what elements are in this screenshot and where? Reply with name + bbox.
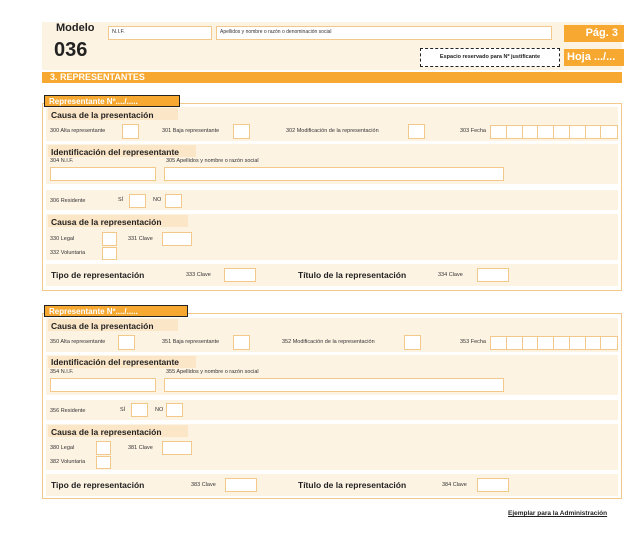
rep1-no-checkbox[interactable] <box>165 194 182 208</box>
rep2-f351-label: 351 Baja representante <box>162 339 220 345</box>
rep1-si-label: SÍ <box>118 197 124 203</box>
rep2-f353-label: 353 Fecha <box>460 339 486 345</box>
reserved-box: Espacio reservado para Nº justificante <box>420 48 560 67</box>
rep2-no-checkbox[interactable] <box>166 403 183 417</box>
name-label: Apellidos y nombre o razón o denominació… <box>220 29 332 35</box>
sheet-label: Hoja .../... <box>567 51 616 63</box>
rep1-f300-checkbox[interactable] <box>122 124 139 139</box>
rep2-f384-field[interactable] <box>477 478 509 492</box>
rep1-titulo-heading: Título de la representación <box>298 270 407 280</box>
section-title: 3. REPRESENTANTES <box>50 72 145 82</box>
rep1-f333-field[interactable] <box>224 268 256 282</box>
rep2-f356-label: 356 Residente <box>50 408 86 414</box>
rep2-f354-field[interactable] <box>50 378 156 392</box>
rep1-f330-label: 330 Legal <box>50 236 75 242</box>
rep1-f334-label: 334 Clave <box>438 272 463 278</box>
rep1-f333-label: 333 Clave <box>186 272 211 278</box>
footer-text: Ejemplar para la Administración <box>508 510 608 517</box>
representante-1-tag: Representante Nº..../..... <box>44 95 180 107</box>
rep2-no-label: NO <box>155 407 164 413</box>
rep2-causa-representacion-heading: Causa de la representación <box>51 427 162 437</box>
rep2-f351-checkbox[interactable] <box>233 335 250 350</box>
rep1-f331-label: 331 Clave <box>128 236 153 242</box>
rep2-f381-field[interactable] <box>162 441 192 455</box>
rep2-f383-field[interactable] <box>225 478 257 492</box>
section-title-bar: 3. REPRESENTANTES <box>42 72 622 83</box>
rep1-tipo-heading: Tipo de representación <box>51 270 145 280</box>
rep1-f306-label: 306 Residente <box>50 198 86 204</box>
rep1-f332-checkbox[interactable] <box>102 247 117 260</box>
sheet-badge: Hoja .../... <box>564 49 624 66</box>
rep2-titulo-heading: Título de la representación <box>298 480 407 490</box>
rep1-f304-field[interactable] <box>50 167 156 181</box>
rep2-f382-label: 382 Voluntaria <box>50 459 86 465</box>
rep1-causa-presentacion-heading: Causa de la presentación <box>51 110 154 120</box>
rep1-f304-label: 304 N.I.F. <box>50 158 74 164</box>
rep2-f384-label: 384 Clave <box>442 482 467 488</box>
rep2-f380-label: 380 Legal <box>50 445 75 451</box>
rep2-f354-label: 354 N.I.F. <box>50 369 74 375</box>
rep2-f352-checkbox[interactable] <box>404 335 421 350</box>
rep1-f305-label: 305 Apellidos y nombre o razón social <box>166 158 259 164</box>
rep1-f302-label: 302 Modificación de la representación <box>286 128 379 134</box>
rep2-f383-label: 383 Clave <box>191 482 216 488</box>
rep2-identificacion-heading: Identificación del representante <box>51 357 180 367</box>
rep1-f303-label: 303 Fecha <box>460 128 486 134</box>
page-label: Pág. 3 <box>585 27 618 39</box>
rep1-f330-checkbox[interactable] <box>102 232 117 246</box>
rep2-f350-label: 350 Alta representante <box>50 339 106 345</box>
rep2-tipo-heading: Tipo de representación <box>51 480 145 490</box>
rep1-f301-checkbox[interactable] <box>233 124 250 139</box>
rep2-f350-checkbox[interactable] <box>118 335 135 350</box>
rep1-si-checkbox[interactable] <box>129 194 146 208</box>
rep2-f353-date-field[interactable] <box>490 336 618 350</box>
reserved-label: Espacio reservado para Nº justificante <box>439 54 541 60</box>
rep1-causa-representacion-heading: Causa de la representación <box>51 217 162 227</box>
modelo-number: 036 <box>54 39 88 61</box>
rep1-f331-field[interactable] <box>162 232 192 246</box>
rep2-si-checkbox[interactable] <box>131 403 148 417</box>
rep1-no-label: NO <box>153 197 162 203</box>
rep1-f303-date-field[interactable] <box>490 125 618 139</box>
rep2-f355-label: 355 Apellidos y nombre o razón social <box>166 369 259 375</box>
modelo-label: Modelo <box>56 22 95 34</box>
rep1-f305-field[interactable] <box>164 167 504 181</box>
nif-label: N.I.F. <box>112 29 125 35</box>
rep2-causa-presentacion-heading: Causa de la presentación <box>51 321 154 331</box>
rep1-identificacion-heading: Identificación del representante <box>51 147 180 157</box>
rep1-f301-label: 301 Baja representante <box>162 128 220 134</box>
rep2-f381-label: 381 Clave <box>128 445 153 451</box>
rep2-si-label: SÍ <box>120 407 126 413</box>
rep2-f382-checkbox[interactable] <box>96 456 111 469</box>
page-badge: Pág. 3 <box>564 25 624 42</box>
representante-2-tag: Representante Nº..../..... <box>44 305 188 317</box>
rep1-f300-label: 300 Alta representante <box>50 128 106 134</box>
rep2-f355-field[interactable] <box>164 378 504 392</box>
rep1-f334-field[interactable] <box>477 268 509 282</box>
rep2-f380-checkbox[interactable] <box>96 441 111 455</box>
rep1-f332-label: 332 Voluntaria <box>50 250 86 256</box>
rep1-f302-checkbox[interactable] <box>408 124 425 139</box>
rep2-f352-label: 352 Modificación de la representación <box>282 339 375 345</box>
